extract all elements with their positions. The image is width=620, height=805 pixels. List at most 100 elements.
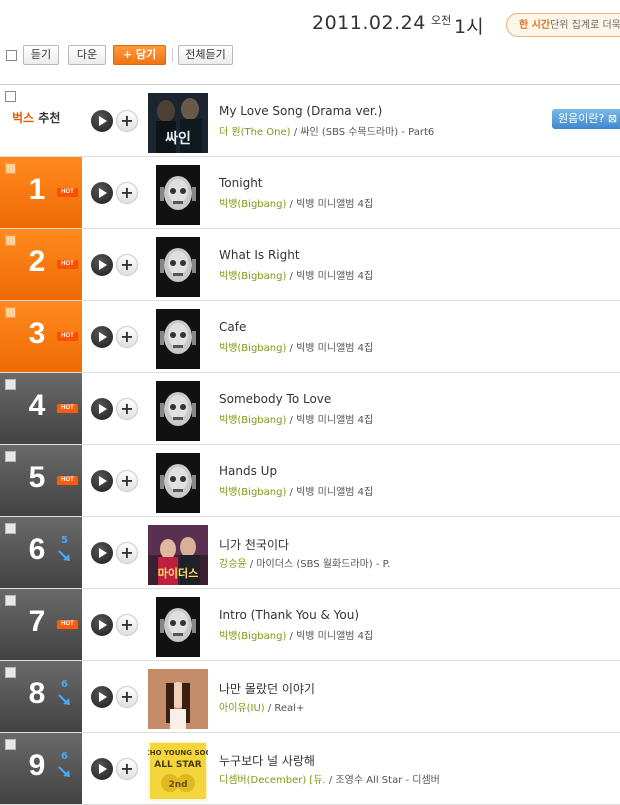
- song-title[interactable]: 니가 천국이다: [219, 536, 289, 553]
- album-link[interactable]: 조영수 All Star - 디셈버: [335, 775, 439, 786]
- add-icon[interactable]: +: [116, 254, 138, 276]
- artist-link[interactable]: 빅뱅(Bigbang): [219, 487, 286, 498]
- add-icon[interactable]: +: [116, 542, 138, 564]
- original-sound-info-button[interactable]: 원음이란? ⊠: [552, 109, 620, 129]
- album-link[interactable]: 빅뱅 미니앨범 4집: [296, 199, 373, 210]
- row-checkbox[interactable]: [5, 595, 16, 606]
- add-icon[interactable]: +: [116, 686, 138, 708]
- album-link[interactable]: 마이더스 (SBS 월화드라마) - P.: [256, 559, 390, 570]
- row-checkbox[interactable]: [5, 379, 16, 390]
- banner-bold: 한 시간: [519, 20, 551, 31]
- play-icon[interactable]: [91, 110, 113, 132]
- song-title[interactable]: What Is Right: [219, 248, 300, 262]
- album-cover-bigbang[interactable]: [148, 381, 208, 441]
- add-icon[interactable]: +: [116, 182, 138, 204]
- row-checkbox[interactable]: [5, 739, 16, 750]
- recommend-label-a: 벅스: [12, 111, 35, 125]
- add-icon[interactable]: +: [116, 326, 138, 348]
- album-cover-bigbang[interactable]: [148, 165, 208, 225]
- play-icon[interactable]: [91, 398, 113, 420]
- row-checkbox[interactable]: [5, 91, 16, 102]
- hourly-chart-banner[interactable]: 한 시간단위 집계로 더욱 빨: [506, 13, 620, 37]
- play-icon[interactable]: [91, 254, 113, 276]
- add-icon[interactable]: +: [116, 398, 138, 420]
- row-checkbox[interactable]: [5, 523, 16, 534]
- add-button[interactable]: + 담기: [113, 45, 166, 65]
- song-title[interactable]: Cafe: [219, 320, 246, 334]
- row-checkbox[interactable]: [5, 235, 16, 246]
- svg-text:싸인: 싸인: [165, 130, 191, 147]
- rank-number: 9: [28, 749, 46, 782]
- song-title[interactable]: Somebody To Love: [219, 392, 331, 406]
- song-meta: 빅뱅(Bigbang) / 빅뱅 미니앨범 4집: [219, 199, 374, 210]
- artist-link[interactable]: 빅뱅(Bigbang): [219, 631, 286, 642]
- song-title[interactable]: 누구보다 널 사랑해: [219, 752, 315, 769]
- album-cover-bigbang[interactable]: [148, 597, 208, 657]
- song-meta: 아이유(IU) / Real+: [219, 703, 305, 714]
- song-title[interactable]: 나만 몰랐던 이야기: [219, 680, 315, 697]
- artist-link[interactable]: 빅뱅(Bigbang): [219, 271, 286, 282]
- hot-badge: HOT: [57, 476, 78, 485]
- play-icon[interactable]: [91, 182, 113, 204]
- album-link[interactable]: 빅뱅 미니앨범 4집: [296, 415, 373, 426]
- select-all-checkbox[interactable]: [6, 50, 17, 61]
- album-link[interactable]: Real+: [274, 703, 304, 714]
- artist-link[interactable]: 빅뱅(Bigbang): [219, 199, 286, 210]
- chart-row: 6 5 + 마이더스 니가 천국이다 강승윤 / 마이더스 (SBS 월화드라마) - P…: [0, 517, 620, 589]
- album-cover-bigbang[interactable]: [148, 309, 208, 369]
- rank-down-arrow-icon: [58, 550, 70, 561]
- play-icon[interactable]: [91, 614, 113, 636]
- rank-down-arrow-icon: [58, 766, 70, 777]
- rank-number: 5: [28, 461, 46, 494]
- add-icon[interactable]: +: [116, 614, 138, 636]
- album-link[interactable]: 싸인 (SBS 수목드라마) - Part6: [300, 127, 434, 138]
- song-title[interactable]: Intro (Thank You & You): [219, 608, 359, 622]
- album-cover-iu[interactable]: [148, 669, 208, 729]
- rank-change: 6: [61, 751, 68, 762]
- artist-link[interactable]: 더 원(The One): [219, 127, 291, 138]
- play-icon[interactable]: [91, 686, 113, 708]
- add-icon[interactable]: +: [116, 110, 138, 132]
- song-title[interactable]: My Love Song (Drama ver.): [219, 104, 382, 118]
- song-meta: 빅뱅(Bigbang) / 빅뱅 미니앨범 4집: [219, 343, 374, 354]
- chart-row: 96+CHO YOUNG SOOALL STAR2nd누구보다 널 사랑해디셈버…: [0, 733, 620, 805]
- play-icon[interactable]: [91, 758, 113, 780]
- artist-link[interactable]: 빅뱅(Bigbang): [219, 343, 286, 354]
- row-checkbox[interactable]: [5, 307, 16, 318]
- artist-link[interactable]: 강승윤: [219, 559, 247, 570]
- svg-text:마이더스: 마이더스: [158, 566, 198, 580]
- album-cover-midas[interactable]: 마이더스: [148, 525, 208, 585]
- play-icon[interactable]: [91, 470, 113, 492]
- play-icon[interactable]: [91, 326, 113, 348]
- row-checkbox[interactable]: [5, 667, 16, 678]
- listen-all-button[interactable]: 전체듣기: [178, 45, 233, 65]
- rank-badge: 96: [0, 733, 82, 804]
- album-link[interactable]: 빅뱅 미니앨범 4집: [296, 631, 373, 642]
- rank-badge: 7 HOT: [0, 589, 82, 660]
- album-cover-bigbang[interactable]: [148, 237, 208, 297]
- artist-link[interactable]: 아이유(IU): [219, 703, 265, 714]
- song-meta: 더 원(The One) / 싸인 (SBS 수목드라마) - Part6: [219, 127, 435, 138]
- row-checkbox[interactable]: [5, 451, 16, 462]
- rank-change: 6: [61, 679, 68, 690]
- album-cover-sign[interactable]: 싸인: [148, 93, 208, 153]
- album-cover-bigbang[interactable]: [148, 453, 208, 513]
- album-link[interactable]: 빅뱅 미니앨범 4집: [296, 271, 373, 282]
- listen-button[interactable]: 듣기: [23, 45, 59, 65]
- rank-badge: 4 HOT: [0, 373, 82, 444]
- chart-header: 2011.02.24 오전 1시 한 시간단위 집계로 더욱 빨: [0, 0, 620, 40]
- recommend-label-b: 추천: [38, 111, 61, 125]
- artist-link[interactable]: 빅뱅(Bigbang): [219, 415, 286, 426]
- add-icon[interactable]: +: [116, 758, 138, 780]
- song-title[interactable]: Hands Up: [219, 464, 277, 478]
- album-link[interactable]: 빅뱅 미니앨범 4집: [296, 343, 373, 354]
- row-checkbox[interactable]: [5, 163, 16, 174]
- add-icon[interactable]: +: [116, 470, 138, 492]
- album-link[interactable]: 빅뱅 미니앨범 4집: [296, 487, 373, 498]
- svg-text:CHO YOUNG SOO: CHO YOUNG SOO: [148, 749, 208, 757]
- album-cover-december[interactable]: CHO YOUNG SOO ALL STAR 2nd: [148, 741, 208, 801]
- download-button[interactable]: 다운: [68, 45, 106, 65]
- song-title[interactable]: Tonight: [219, 176, 263, 190]
- play-icon[interactable]: [91, 542, 113, 564]
- artist-link[interactable]: 디셈버(December) [듀.: [219, 775, 326, 786]
